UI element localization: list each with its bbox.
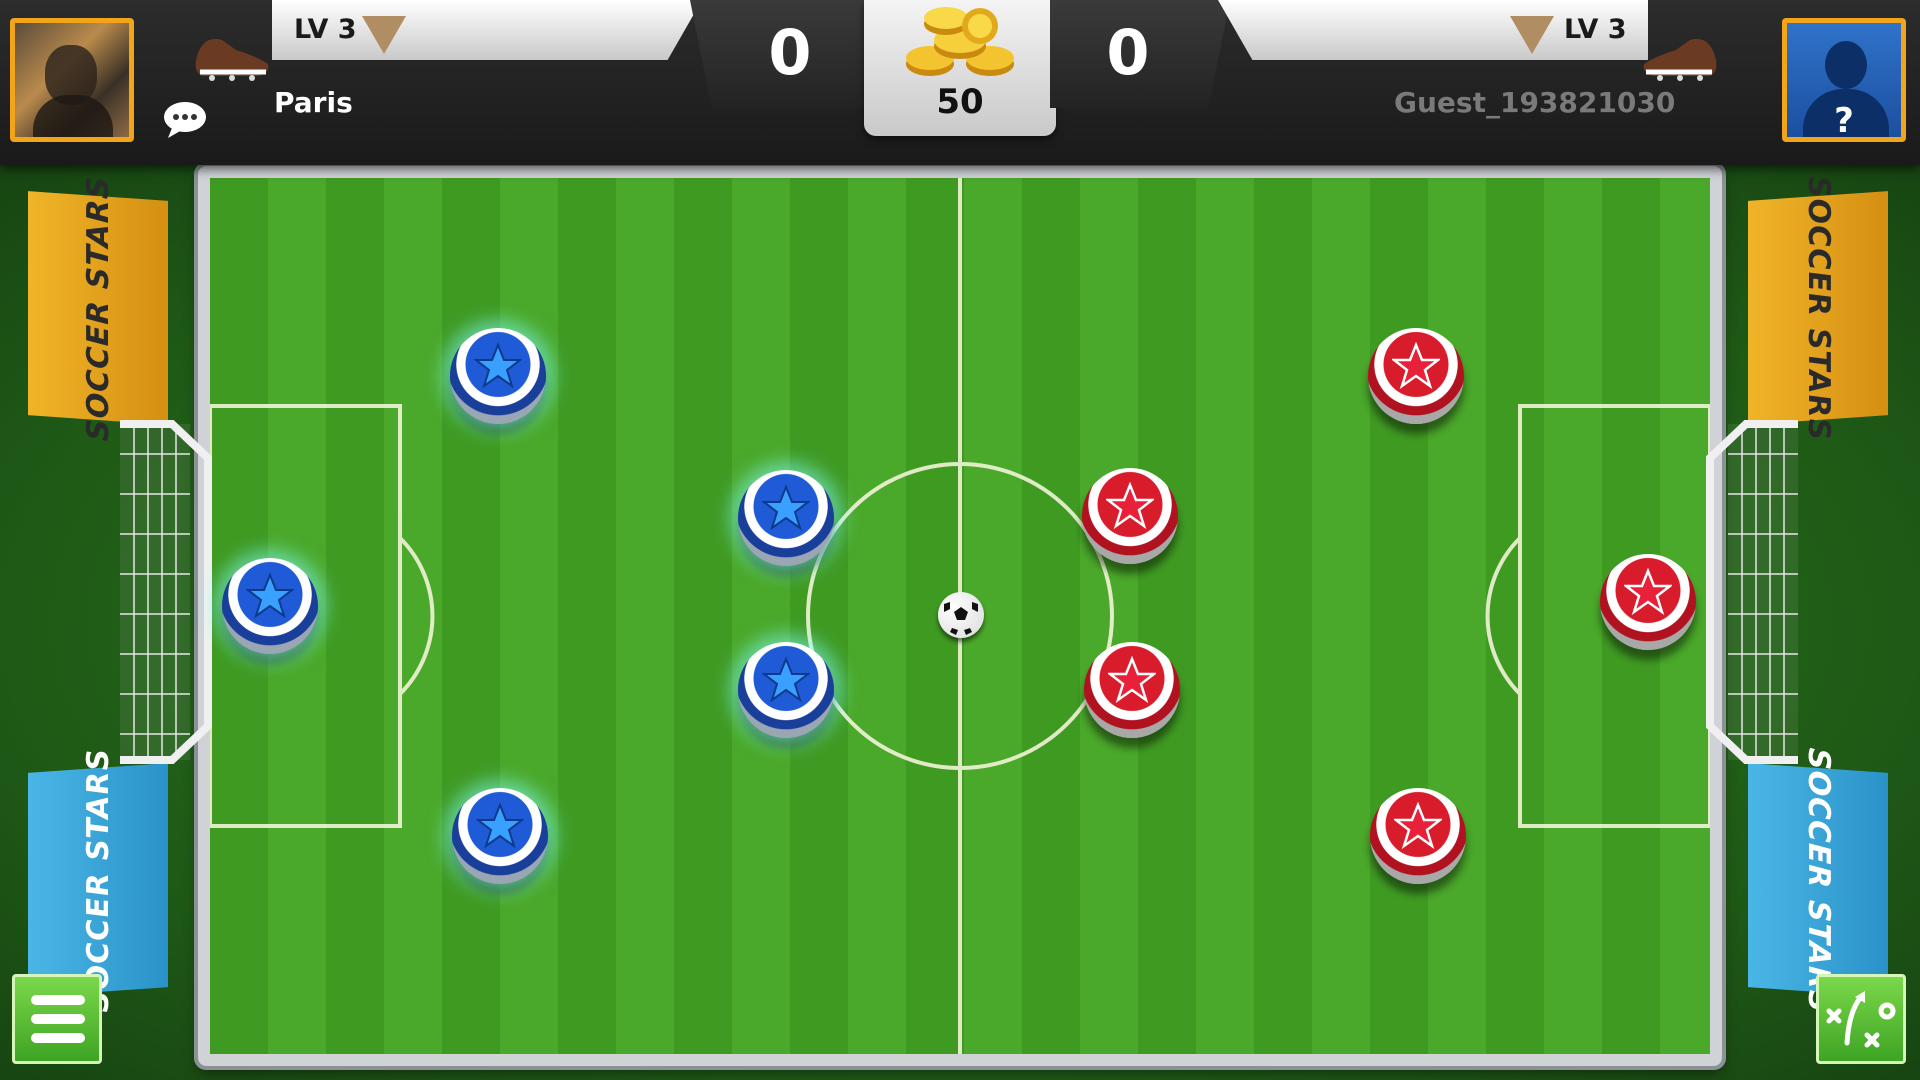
sponsor-banner: SOCCER STARS	[28, 746, 168, 1014]
soccer-ball-icon	[944, 602, 978, 635]
star-icon	[1392, 342, 1440, 390]
star-icon	[1624, 568, 1672, 616]
red-player-piece	[1600, 554, 1696, 650]
player1-score: 0	[768, 16, 812, 89]
left-goal-net	[120, 420, 212, 764]
player1-rank-icon	[362, 16, 406, 54]
star-icon	[762, 484, 810, 531]
red-player-piece	[1368, 328, 1464, 424]
player2-name: Guest_193821030	[1394, 86, 1676, 119]
blue-player-piece[interactable]	[738, 470, 834, 566]
sponsor-banner: SOCCER STARS	[28, 174, 168, 442]
menu-button[interactable]	[12, 974, 102, 1064]
star-icon	[246, 572, 294, 619]
top-hud: LV 3 Paris 0 50 0 LV 3 Guest_193821030 ?	[0, 0, 1920, 165]
sponsor-banner: SOCCER STARS	[1748, 174, 1888, 442]
player2-avatar[interactable]: ?	[1782, 18, 1906, 142]
soccer-boot-icon	[195, 38, 269, 81]
star-icon	[476, 802, 524, 849]
tactics-icon	[1826, 991, 1896, 1048]
player1-avatar[interactable]	[10, 18, 134, 142]
chat-bubble-icon[interactable]	[162, 100, 208, 140]
red-player-piece	[1082, 468, 1178, 564]
sponsor-banner: SOCCER STARS	[1748, 746, 1888, 1014]
red-player-piece	[1084, 642, 1180, 738]
blue-player-piece[interactable]	[222, 558, 318, 654]
player2-score: 0	[1106, 16, 1150, 89]
star-icon	[762, 656, 810, 703]
star-icon	[474, 342, 522, 389]
player1-level: LV 3	[294, 14, 357, 45]
blue-player-piece[interactable]	[450, 328, 546, 424]
right-goal-net	[1706, 420, 1798, 764]
star-icon	[1394, 802, 1442, 850]
star-icon	[1106, 482, 1154, 530]
blue-player-piece[interactable]	[452, 788, 548, 884]
red-player-piece	[1370, 788, 1466, 884]
unknown-user-icon	[1825, 41, 1867, 89]
soccer-ball	[938, 592, 984, 638]
pot-coin-amount: 50	[936, 82, 984, 122]
blue-player-piece[interactable]	[738, 642, 834, 738]
gold-coins-icon	[906, 7, 1014, 76]
player2-rank-icon	[1510, 16, 1554, 54]
star-icon	[1108, 656, 1156, 704]
player2-level: LV 3	[1564, 14, 1627, 45]
tactics-button[interactable]	[1816, 974, 1906, 1064]
coin-pot: 50	[864, 0, 1056, 136]
player1-name: Paris	[274, 86, 353, 119]
soccer-boot-icon	[1643, 38, 1717, 81]
